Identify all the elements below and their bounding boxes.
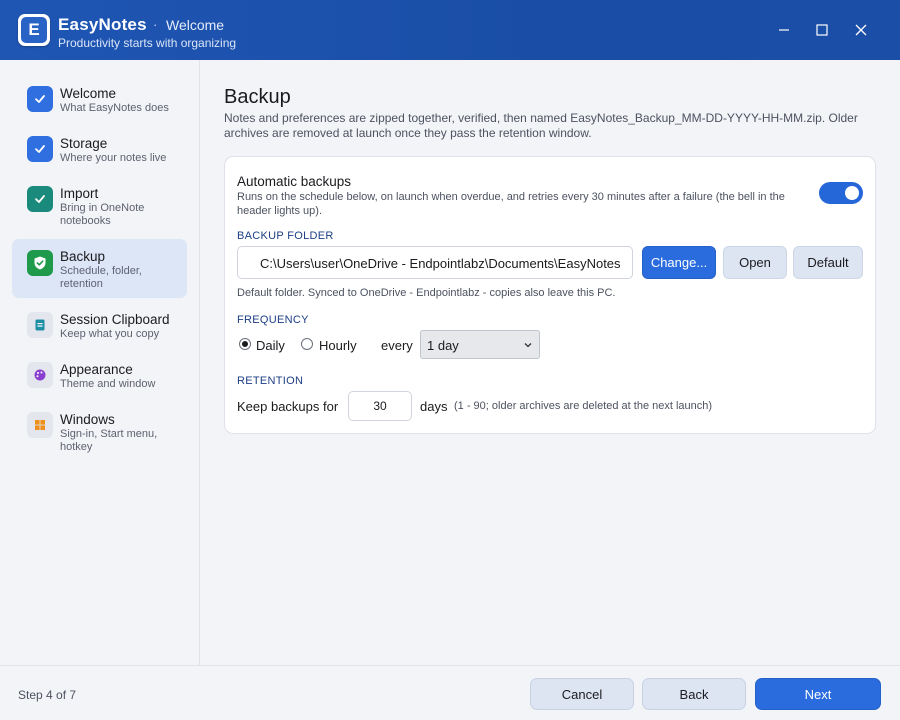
sidebar-item-session-clipboard[interactable]: Session Clipboard Keep what you copy xyxy=(12,306,187,348)
footer: Step 4 of 7 Cancel Back Next xyxy=(0,665,900,720)
daily-radio[interactable] xyxy=(239,338,251,350)
shield-icon xyxy=(27,250,53,276)
sidebar: Welcome What EasyNotes does Storage Wher… xyxy=(0,60,200,665)
daily-radio-label[interactable]: Daily xyxy=(256,338,285,353)
check-icon xyxy=(27,136,53,162)
sidebar-item-title: Import xyxy=(60,186,99,201)
hourly-radio-label[interactable]: Hourly xyxy=(319,338,357,353)
interval-select-value: 1 day xyxy=(427,338,459,353)
frequency-label: FREQUENCY xyxy=(237,314,309,326)
sidebar-item-windows[interactable]: Windows Sign-in, Start menu, hotkey xyxy=(12,406,187,458)
sidebar-item-appearance[interactable]: Appearance Theme and window xyxy=(12,356,187,398)
palette-icon xyxy=(27,362,53,388)
sidebar-item-import[interactable]: Import Bring in OneNote notebooks xyxy=(12,180,187,232)
backup-folder-field[interactable]: C:\Users\user\OneDrive - Endpointlabz\Do… xyxy=(237,246,633,279)
keep-backups-label: Keep backups for xyxy=(237,399,339,414)
close-icon xyxy=(855,24,867,36)
chevron-down-icon xyxy=(524,343,532,348)
title-page: Welcome xyxy=(166,17,225,33)
check-icon xyxy=(27,86,53,112)
sidebar-item-title: Windows xyxy=(60,412,115,427)
backup-settings-card: Automatic backups Runs on the schedule b… xyxy=(224,156,876,434)
sidebar-item-subtitle: Where your notes live xyxy=(60,152,167,164)
default-folder-button[interactable]: Default xyxy=(793,246,863,279)
minimize-icon xyxy=(779,29,789,31)
sidebar-item-title: Appearance xyxy=(60,362,133,377)
app-tagline: Productivity starts with organizing xyxy=(58,36,237,50)
sidebar-item-subtitle: Theme and window xyxy=(60,378,156,390)
interval-select[interactable]: 1 day xyxy=(420,330,540,359)
hourly-radio[interactable] xyxy=(301,338,313,350)
page-description: Notes and preferences are zipped togethe… xyxy=(224,111,858,140)
minimize-button[interactable] xyxy=(772,18,796,42)
sidebar-item-title: Session Clipboard xyxy=(60,312,170,327)
every-label: every xyxy=(381,338,413,353)
clipboard-icon xyxy=(27,312,53,338)
sidebar-item-subtitle: Sign-in, Start menu, hotkey xyxy=(60,428,158,453)
next-button[interactable]: Next xyxy=(755,678,881,710)
step-indicator: Step 4 of 7 xyxy=(18,688,77,702)
title-bar: E EasyNotes · Welcome Productivity start… xyxy=(0,0,900,60)
change-folder-button[interactable]: Change... xyxy=(642,246,716,279)
automatic-backups-title: Automatic backups xyxy=(237,174,352,189)
folder-note: Default folder. Synced to OneDrive - End… xyxy=(237,287,616,299)
sidebar-item-title: Welcome xyxy=(60,86,117,101)
toggle-knob xyxy=(845,186,859,200)
sidebar-item-welcome[interactable]: Welcome What EasyNotes does xyxy=(12,80,187,122)
sidebar-item-subtitle: Keep what you copy xyxy=(60,328,160,340)
automatic-backups-toggle[interactable] xyxy=(819,182,863,204)
back-button[interactable]: Back xyxy=(642,678,746,710)
automatic-backups-description: Runs on the schedule below, on launch wh… xyxy=(237,191,785,217)
days-label: days xyxy=(420,399,448,414)
sidebar-item-title: Backup xyxy=(60,249,106,264)
maximize-icon xyxy=(816,24,828,36)
check-icon xyxy=(27,186,53,212)
app-name: EasyNotes xyxy=(58,15,147,34)
windows-icon xyxy=(27,412,53,438)
sidebar-item-backup[interactable]: Backup Schedule, folder, retention xyxy=(12,239,187,298)
sidebar-item-subtitle: Bring in OneNote notebooks xyxy=(60,202,145,227)
sidebar-item-storage[interactable]: Storage Where your notes live xyxy=(12,130,187,172)
backup-folder-label: BACKUP FOLDER xyxy=(237,230,334,242)
sidebar-item-subtitle: Schedule, folder, retention xyxy=(60,265,142,290)
page-title: Backup xyxy=(224,86,291,108)
title-separator: · xyxy=(153,17,158,32)
open-folder-button[interactable]: Open xyxy=(723,246,787,279)
close-button[interactable] xyxy=(849,18,873,42)
app-logo-letter: E xyxy=(21,17,47,43)
retention-note: (1 - 90; older archives are deleted at t… xyxy=(454,400,713,412)
sidebar-item-subtitle: What EasyNotes does xyxy=(60,102,169,114)
app-logo: E xyxy=(18,14,50,46)
retention-days-input[interactable]: 30 xyxy=(348,391,412,421)
maximize-button[interactable] xyxy=(810,18,834,42)
main-content: Backup Notes and preferences are zipped … xyxy=(200,60,900,665)
retention-label: RETENTION xyxy=(237,375,304,387)
sidebar-item-title: Storage xyxy=(60,136,108,151)
cancel-button[interactable]: Cancel xyxy=(530,678,634,710)
